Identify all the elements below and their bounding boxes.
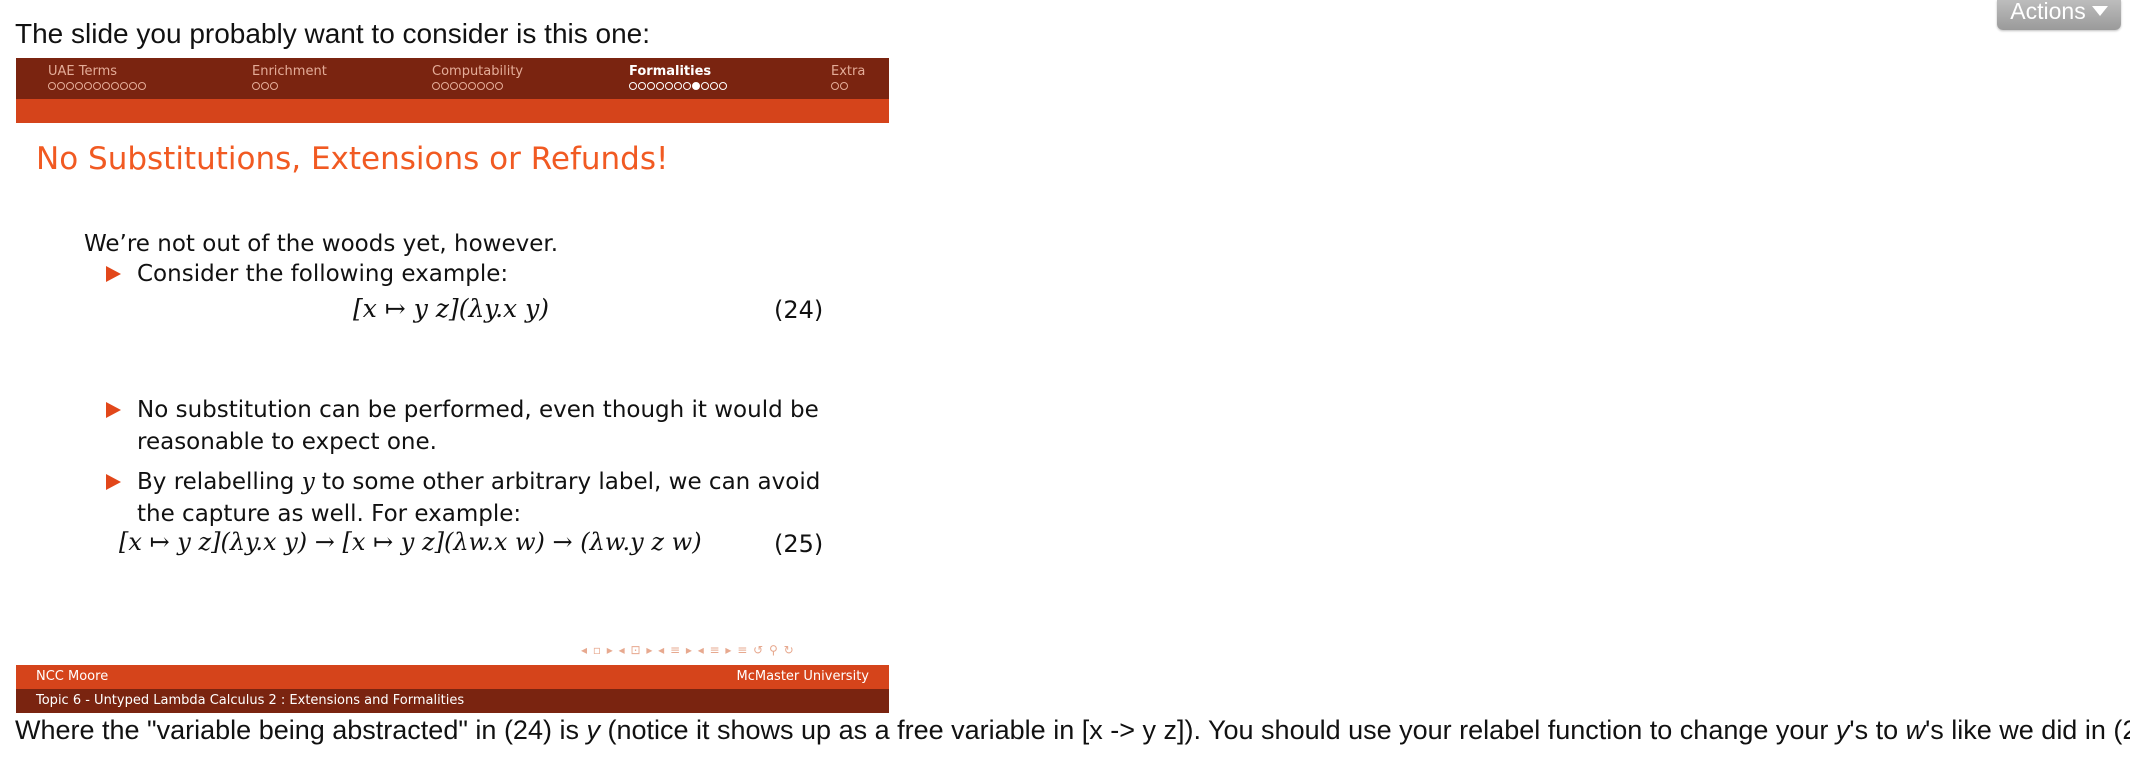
progress-dot bbox=[674, 82, 682, 90]
footer-author: NCC Moore bbox=[36, 669, 109, 684]
progress-dot bbox=[468, 82, 476, 90]
nav-section-progress-dots bbox=[831, 80, 865, 92]
bullet-consider: Consider the following example: bbox=[137, 261, 509, 287]
progress-dot bbox=[665, 82, 673, 90]
nav-section-extra: Extra bbox=[831, 64, 865, 92]
nav-section-progress-dots bbox=[252, 80, 327, 92]
slide-nav-subbar bbox=[16, 99, 889, 123]
progress-dot bbox=[477, 82, 485, 90]
progress-dot bbox=[270, 82, 278, 90]
post-outro-text: Where the "variable being abstracted" in… bbox=[15, 715, 2130, 745]
progress-dot bbox=[495, 82, 503, 90]
nav-section-progress-dots bbox=[48, 80, 147, 92]
bullet-no-substitution-line1: No substitution can be performed, even t… bbox=[137, 397, 819, 423]
progress-dot bbox=[138, 82, 146, 90]
progress-dot bbox=[261, 82, 269, 90]
progress-dot bbox=[692, 82, 700, 90]
progress-dot bbox=[840, 82, 848, 90]
slide-title: No Substitutions, Extensions or Refunds! bbox=[36, 141, 669, 177]
progress-dot bbox=[129, 82, 137, 90]
progress-dot bbox=[93, 82, 101, 90]
footer-topic: Topic 6 - Untyped Lambda Calculus 2 : Ex… bbox=[36, 693, 465, 708]
slide-image: UAE Terms Enrichment Computability Formalit… bbox=[16, 58, 889, 713]
progress-dot bbox=[450, 82, 458, 90]
nav-section-progress-dots bbox=[629, 80, 728, 92]
nav-section-label: Enrichment bbox=[252, 64, 327, 79]
progress-dot bbox=[701, 82, 709, 90]
bullet-no-substitution-line2: reasonable to expect one. bbox=[137, 429, 437, 455]
progress-dot bbox=[719, 82, 727, 90]
progress-dot bbox=[710, 82, 718, 90]
nav-section-uae-terms: UAE Terms bbox=[48, 64, 147, 92]
post-intro-text: The slide you probably want to consider … bbox=[15, 18, 651, 49]
actions-label: Actions bbox=[2010, 0, 2086, 24]
progress-dot bbox=[57, 82, 65, 90]
progress-dot bbox=[102, 82, 110, 90]
nav-section-formalities: Formalities bbox=[629, 64, 728, 92]
progress-dot bbox=[459, 82, 467, 90]
nav-section-label: Computability bbox=[432, 64, 524, 79]
equation-25: [x ↦ y z](λy.x y) → [x ↦ y z](λw.x w) → … bbox=[119, 528, 702, 556]
slide-footer-author-bar: NCC Moore McMaster University bbox=[16, 665, 889, 689]
progress-dot bbox=[638, 82, 646, 90]
progress-dot bbox=[486, 82, 494, 90]
bullet-icon bbox=[106, 266, 121, 282]
bullet-icon bbox=[106, 474, 121, 490]
progress-dot bbox=[75, 82, 83, 90]
bullet-relabelling-line1: By relabelling y to some other arbitrary… bbox=[137, 469, 821, 495]
progress-dot bbox=[252, 82, 260, 90]
progress-dot bbox=[111, 82, 119, 90]
progress-dot bbox=[647, 82, 655, 90]
progress-dot bbox=[66, 82, 74, 90]
nav-section-label: Extra bbox=[831, 64, 866, 79]
slide-footer-topic-bar: Topic 6 - Untyped Lambda Calculus 2 : Ex… bbox=[16, 689, 889, 713]
nav-section-enrichment: Enrichment bbox=[252, 64, 327, 92]
beamer-navigation-symbols: ◂ ▫ ▸ ◂ ⊡ ▸ ◂ ≡ ▸ ◂ ≡ ▸ ≡ ↺ ⚲ ↻ bbox=[581, 643, 795, 657]
progress-dot bbox=[432, 82, 440, 90]
caret-down-icon bbox=[2091, 6, 2108, 16]
nav-section-progress-dots bbox=[432, 80, 523, 92]
equation-24: [x ↦ y z](λy.x y) bbox=[353, 294, 549, 323]
progress-dot bbox=[84, 82, 92, 90]
nav-section-computability: Computability bbox=[432, 64, 523, 92]
progress-dot bbox=[48, 82, 56, 90]
footer-institution: McMaster University bbox=[736, 669, 869, 684]
progress-dot bbox=[831, 82, 839, 90]
nav-section-label: Formalities bbox=[629, 64, 712, 79]
actions-dropdown-button[interactable]: Actions bbox=[1997, 0, 2121, 30]
nav-section-label: UAE Terms bbox=[48, 64, 118, 79]
equation-25-number: (25) bbox=[774, 530, 824, 558]
bullet-icon bbox=[106, 402, 121, 418]
equation-24-number: (24) bbox=[774, 296, 824, 324]
progress-dot bbox=[441, 82, 449, 90]
progress-dot bbox=[656, 82, 664, 90]
bullet-relabelling-line2: the capture as well. For example: bbox=[137, 501, 522, 527]
slide-intro: We’re not out of the woods yet, however. bbox=[84, 231, 559, 257]
progress-dot bbox=[120, 82, 128, 90]
progress-dot bbox=[629, 82, 637, 90]
progress-dot bbox=[683, 82, 691, 90]
